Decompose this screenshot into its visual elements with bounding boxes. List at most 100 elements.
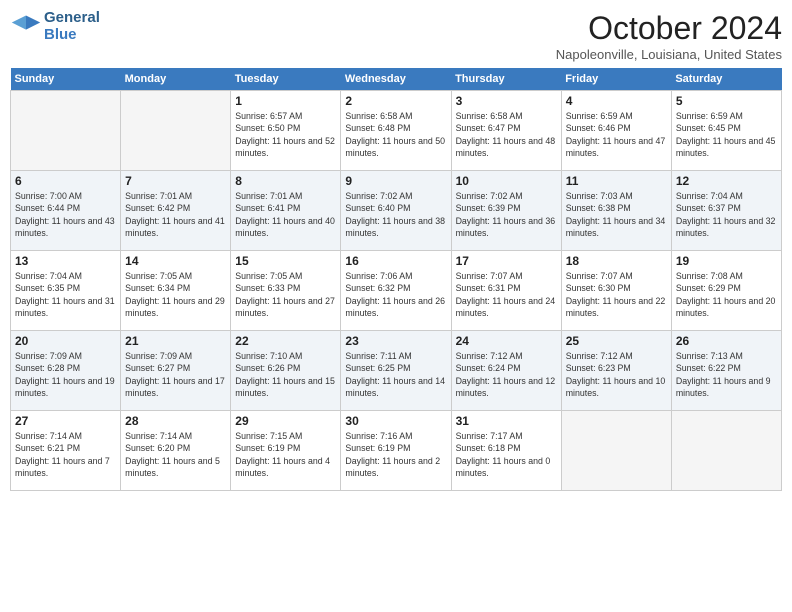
- logo-text: General Blue: [44, 10, 100, 43]
- calendar-cell: 20Sunrise: 7:09 AMSunset: 6:28 PMDayligh…: [11, 331, 121, 411]
- cell-info: Sunrise: 7:10 AMSunset: 6:26 PMDaylight:…: [235, 350, 336, 399]
- header-day-sunday: Sunday: [11, 68, 121, 91]
- cell-info: Sunrise: 7:03 AMSunset: 6:38 PMDaylight:…: [566, 190, 667, 239]
- calendar-cell: 14 Sunrise: 7:05 AMSunset: 6:34 PMDayligh…: [121, 251, 231, 331]
- cell-info: Sunrise: 6:59 AMSunset: 6:45 PMDaylight:…: [676, 110, 777, 159]
- cell-info: Sunrise: 7:07 AMSunset: 6:30 PMDaylight:…: [566, 270, 667, 319]
- calendar-cell: 2 Sunrise: 6:58 AMSunset: 6:48 PMDaylight…: [341, 91, 451, 171]
- cell-info: Sunrise: 7:01 AMSunset: 6:41 PMDaylight:…: [235, 190, 336, 239]
- day-number: 28: [125, 414, 226, 428]
- week-row-5: 27Sunrise: 7:14 AMSunset: 6:21 PMDayligh…: [11, 411, 782, 491]
- calendar-cell: 25 Sunrise: 7:12 AMSunset: 6:23 PMDayligh…: [561, 331, 671, 411]
- day-number: 30: [345, 414, 446, 428]
- day-number: 13: [15, 254, 116, 268]
- cell-info: Sunrise: 7:02 AMSunset: 6:40 PMDaylight:…: [345, 190, 446, 239]
- calendar-cell: [671, 411, 781, 491]
- cell-info: Sunrise: 7:08 AMSunset: 6:29 PMDaylight:…: [676, 270, 777, 319]
- cell-info: Sunrise: 7:11 AMSunset: 6:25 PMDaylight:…: [345, 350, 446, 399]
- day-number: 3: [456, 94, 557, 108]
- calendar-cell: 16 Sunrise: 7:06 AMSunset: 6:32 PMDayligh…: [341, 251, 451, 331]
- day-number: 6: [15, 174, 116, 188]
- month-title: October 2024: [556, 10, 782, 47]
- day-number: 2: [345, 94, 446, 108]
- cell-info: Sunrise: 7:12 AMSunset: 6:23 PMDaylight:…: [566, 350, 667, 399]
- header-day-wednesday: Wednesday: [341, 68, 451, 91]
- calendar-cell: 15 Sunrise: 7:05 AMSunset: 6:33 PMDayligh…: [231, 251, 341, 331]
- header-day-friday: Friday: [561, 68, 671, 91]
- day-number: 9: [345, 174, 446, 188]
- week-row-2: 6 Sunrise: 7:00 AMSunset: 6:44 PMDaylight…: [11, 171, 782, 251]
- calendar-cell: 18Sunrise: 7:07 AMSunset: 6:30 PMDayligh…: [561, 251, 671, 331]
- cell-info: Sunrise: 7:06 AMSunset: 6:32 PMDaylight:…: [345, 270, 446, 319]
- title-area: October 2024 Napoleonville, Louisiana, U…: [556, 10, 782, 62]
- day-number: 17: [456, 254, 557, 268]
- day-number: 5: [676, 94, 777, 108]
- day-number: 20: [15, 334, 116, 348]
- calendar-cell: 1Sunrise: 6:57 AMSunset: 6:50 PMDaylight…: [231, 91, 341, 171]
- week-row-1: 1Sunrise: 6:57 AMSunset: 6:50 PMDaylight…: [11, 91, 782, 171]
- cell-info: Sunrise: 7:04 AMSunset: 6:37 PMDaylight:…: [676, 190, 777, 239]
- calendar-cell: 17 Sunrise: 7:07 AMSunset: 6:31 PMDayligh…: [451, 251, 561, 331]
- week-row-4: 20Sunrise: 7:09 AMSunset: 6:28 PMDayligh…: [11, 331, 782, 411]
- day-number: 8: [235, 174, 336, 188]
- cell-info: Sunrise: 6:57 AMSunset: 6:50 PMDaylight:…: [235, 110, 336, 159]
- logo: General Blue: [10, 10, 100, 43]
- calendar-cell: 9 Sunrise: 7:02 AMSunset: 6:40 PMDaylight…: [341, 171, 451, 251]
- cell-info: Sunrise: 7:14 AMSunset: 6:20 PMDaylight:…: [125, 430, 226, 479]
- logo-icon: [10, 13, 42, 41]
- calendar-table: SundayMondayTuesdayWednesdayThursdayFrid…: [10, 68, 782, 491]
- cell-info: Sunrise: 7:16 AMSunset: 6:19 PMDaylight:…: [345, 430, 446, 479]
- header-day-tuesday: Tuesday: [231, 68, 341, 91]
- calendar-cell: [121, 91, 231, 171]
- day-number: 22: [235, 334, 336, 348]
- day-number: 19: [676, 254, 777, 268]
- day-number: 21: [125, 334, 226, 348]
- calendar-cell: [561, 411, 671, 491]
- page-header: General Blue October 2024 Napoleonville,…: [10, 10, 782, 62]
- day-number: 16: [345, 254, 446, 268]
- cell-info: Sunrise: 7:15 AMSunset: 6:19 PMDaylight:…: [235, 430, 336, 479]
- week-row-3: 13Sunrise: 7:04 AMSunset: 6:35 PMDayligh…: [11, 251, 782, 331]
- calendar-cell: 29 Sunrise: 7:15 AMSunset: 6:19 PMDayligh…: [231, 411, 341, 491]
- day-number: 14: [125, 254, 226, 268]
- cell-info: Sunrise: 7:00 AMSunset: 6:44 PMDaylight:…: [15, 190, 116, 239]
- day-number: 11: [566, 174, 667, 188]
- calendar-cell: [11, 91, 121, 171]
- day-number: 12: [676, 174, 777, 188]
- calendar-cell: 10Sunrise: 7:02 AMSunset: 6:39 PMDayligh…: [451, 171, 561, 251]
- cell-info: Sunrise: 7:09 AMSunset: 6:27 PMDaylight:…: [125, 350, 226, 399]
- calendar-cell: 21 Sunrise: 7:09 AMSunset: 6:27 PMDayligh…: [121, 331, 231, 411]
- day-number: 25: [566, 334, 667, 348]
- day-number: 29: [235, 414, 336, 428]
- day-number: 31: [456, 414, 557, 428]
- calendar-cell: 6 Sunrise: 7:00 AMSunset: 6:44 PMDaylight…: [11, 171, 121, 251]
- day-number: 4: [566, 94, 667, 108]
- calendar-cell: 30 Sunrise: 7:16 AMSunset: 6:19 PMDayligh…: [341, 411, 451, 491]
- header-row: SundayMondayTuesdayWednesdayThursdayFrid…: [11, 68, 782, 91]
- calendar-cell: 13Sunrise: 7:04 AMSunset: 6:35 PMDayligh…: [11, 251, 121, 331]
- calendar-cell: 24Sunrise: 7:12 AMSunset: 6:24 PMDayligh…: [451, 331, 561, 411]
- calendar-cell: 28 Sunrise: 7:14 AMSunset: 6:20 PMDayligh…: [121, 411, 231, 491]
- cell-info: Sunrise: 6:58 AMSunset: 6:48 PMDaylight:…: [345, 110, 446, 159]
- day-number: 15: [235, 254, 336, 268]
- calendar-cell: 26Sunrise: 7:13 AMSunset: 6:22 PMDayligh…: [671, 331, 781, 411]
- calendar-cell: 12 Sunrise: 7:04 AMSunset: 6:37 PMDayligh…: [671, 171, 781, 251]
- cell-info: Sunrise: 7:14 AMSunset: 6:21 PMDaylight:…: [15, 430, 116, 479]
- calendar-cell: 19 Sunrise: 7:08 AMSunset: 6:29 PMDayligh…: [671, 251, 781, 331]
- cell-info: Sunrise: 7:07 AMSunset: 6:31 PMDaylight:…: [456, 270, 557, 319]
- cell-info: Sunrise: 7:05 AMSunset: 6:33 PMDaylight:…: [235, 270, 336, 319]
- header-day-monday: Monday: [121, 68, 231, 91]
- day-number: 7: [125, 174, 226, 188]
- cell-info: Sunrise: 7:05 AMSunset: 6:34 PMDaylight:…: [125, 270, 226, 319]
- header-day-saturday: Saturday: [671, 68, 781, 91]
- calendar-cell: 3Sunrise: 6:58 AMSunset: 6:47 PMDaylight…: [451, 91, 561, 171]
- cell-info: Sunrise: 7:12 AMSunset: 6:24 PMDaylight:…: [456, 350, 557, 399]
- location: Napoleonville, Louisiana, United States: [556, 47, 782, 62]
- cell-info: Sunrise: 6:59 AMSunset: 6:46 PMDaylight:…: [566, 110, 667, 159]
- calendar-cell: 23Sunrise: 7:11 AMSunset: 6:25 PMDayligh…: [341, 331, 451, 411]
- calendar-cell: 5 Sunrise: 6:59 AMSunset: 6:45 PMDaylight…: [671, 91, 781, 171]
- header-day-thursday: Thursday: [451, 68, 561, 91]
- calendar-cell: 11 Sunrise: 7:03 AMSunset: 6:38 PMDayligh…: [561, 171, 671, 251]
- calendar-cell: 4 Sunrise: 6:59 AMSunset: 6:46 PMDaylight…: [561, 91, 671, 171]
- cell-info: Sunrise: 7:13 AMSunset: 6:22 PMDaylight:…: [676, 350, 777, 399]
